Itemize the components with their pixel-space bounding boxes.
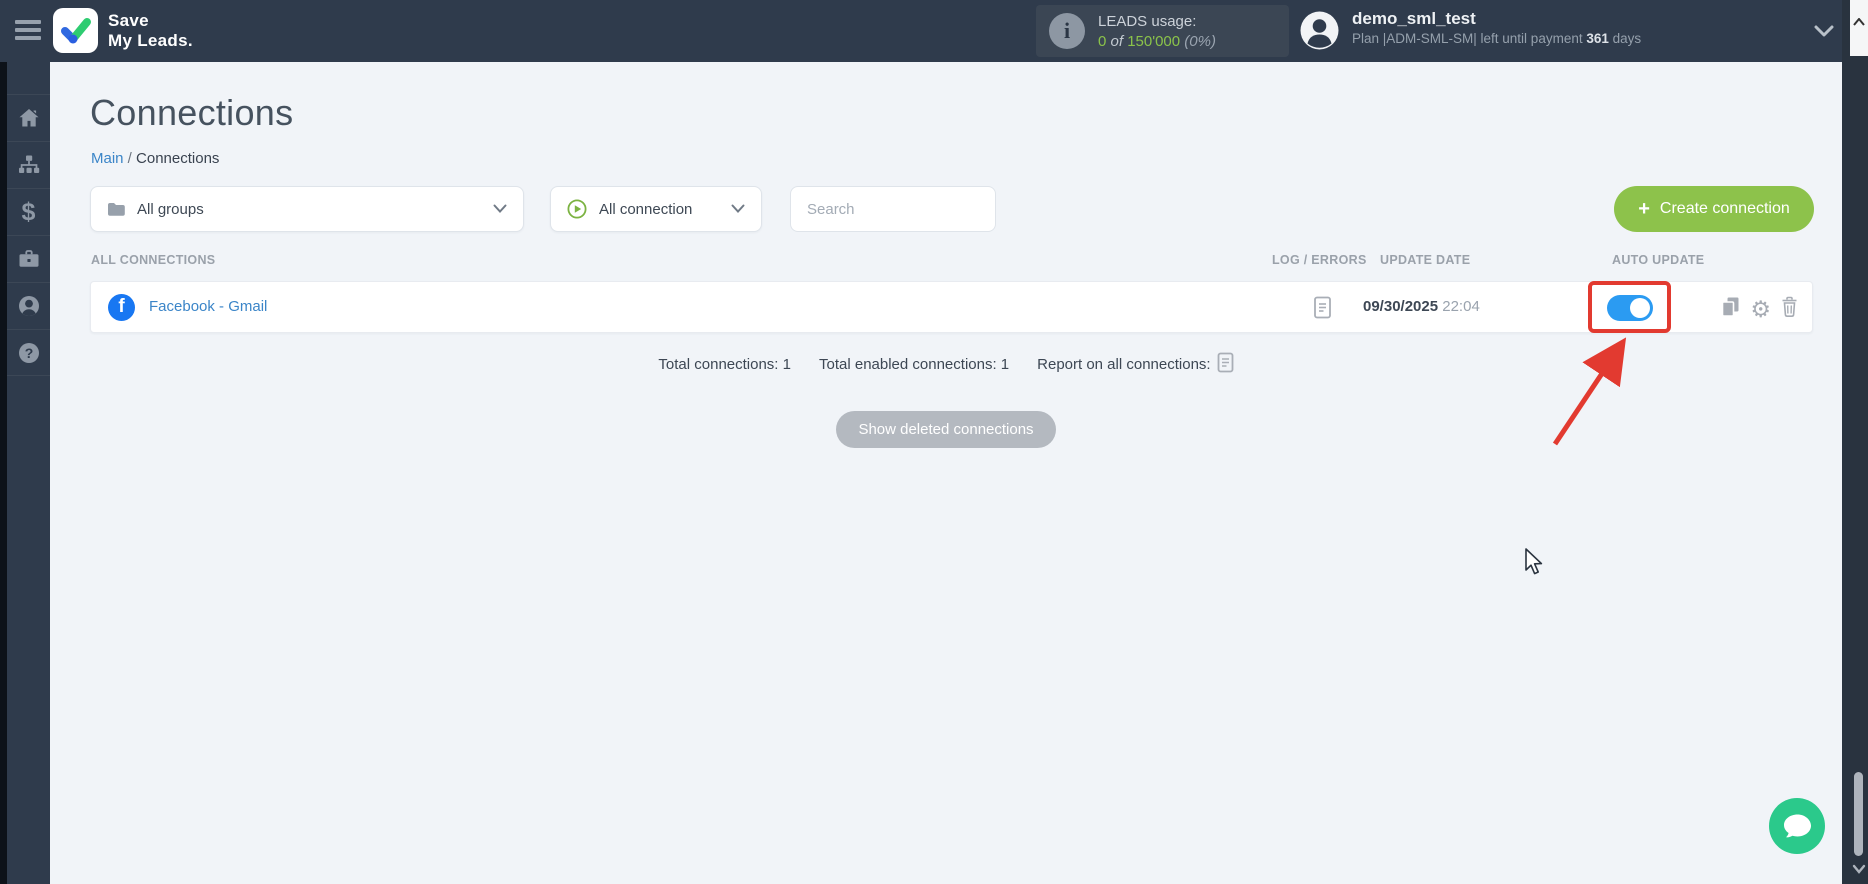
savemyleads-logo-icon[interactable] xyxy=(53,8,98,53)
connections-summary: Total connections: 1 Total enabled conne… xyxy=(50,352,1842,377)
copy-connection-icon[interactable] xyxy=(1720,296,1741,323)
chevron-down-icon xyxy=(731,200,745,218)
column-header-log-errors: LOG / ERRORS xyxy=(1272,253,1367,267)
folder-icon xyxy=(108,203,125,216)
chevron-down-icon xyxy=(493,200,507,218)
column-header-auto-update: AUTO UPDATE xyxy=(1612,253,1705,267)
play-circle-icon xyxy=(567,199,587,219)
plus-icon: + xyxy=(1638,198,1650,220)
user-plan-info: Plan |ADM-SML-SM| left until payment 361… xyxy=(1352,31,1642,46)
sidebar-item-help[interactable]: ? xyxy=(7,329,50,376)
column-header-update-date: UPDATE DATE xyxy=(1380,253,1471,267)
auto-update-toggle[interactable] xyxy=(1607,295,1653,321)
breadcrumb: Main / Connections xyxy=(91,150,220,167)
svg-text:?: ? xyxy=(24,345,33,361)
groups-filter-dropdown[interactable]: All groups xyxy=(90,186,524,232)
sidebar-item-account[interactable] xyxy=(7,282,50,329)
facebook-icon: f xyxy=(108,294,135,321)
window-edge xyxy=(0,62,7,884)
user-avatar[interactable] xyxy=(1299,10,1340,51)
sidebar-item-services[interactable] xyxy=(7,235,50,282)
sidebar-item-billing[interactable]: $ xyxy=(7,188,50,235)
report-all-text: Report on all connections: xyxy=(1037,356,1211,373)
settings-gear-icon[interactable]: ⚙ xyxy=(1750,298,1771,321)
report-document-icon[interactable] xyxy=(1217,352,1234,377)
billing-icon: $ xyxy=(21,197,36,226)
home-icon xyxy=(19,109,38,127)
total-connections-text: Total connections: 1 xyxy=(658,356,791,373)
log-errors-icon[interactable] xyxy=(1313,296,1332,324)
help-icon: ? xyxy=(18,342,39,363)
search-input[interactable] xyxy=(790,186,996,232)
sidebar-item-home[interactable] xyxy=(7,94,50,141)
show-deleted-connections-button[interactable]: Show deleted connections xyxy=(836,411,1056,448)
chevron-down-icon[interactable] xyxy=(1814,24,1834,42)
connections-page: Save My Leads. i LEADS usage: 0 of 150'0… xyxy=(0,0,1868,884)
services-icon xyxy=(19,250,38,267)
user-name[interactable]: demo_sml_test xyxy=(1352,9,1476,29)
connection-title-link[interactable]: Facebook - Gmail xyxy=(149,298,267,315)
sidebar: $ ? xyxy=(0,62,50,884)
leads-usage-value: 0 of 150'000 (0%) xyxy=(1098,33,1216,50)
show-deleted-wrap: Show deleted connections xyxy=(50,411,1842,448)
breadcrumb-main-link[interactable]: Main xyxy=(91,150,124,167)
chat-widget-button[interactable] xyxy=(1769,798,1825,854)
scrollbar-up-arrow-icon[interactable] xyxy=(1850,0,1868,56)
page-scrollbar[interactable] xyxy=(1842,0,1868,884)
scrollbar-down-arrow-icon[interactable] xyxy=(1851,862,1867,880)
leads-usage-widget: i LEADS usage: 0 of 150'000 (0%) xyxy=(1036,5,1289,57)
leads-usage-label: LEADS usage: xyxy=(1098,13,1197,30)
create-connection-button[interactable]: + Create connection xyxy=(1614,186,1814,232)
logo-text: Save My Leads. xyxy=(108,11,193,50)
total-enabled-text: Total enabled connections: 1 xyxy=(819,356,1010,373)
account-icon xyxy=(18,296,39,316)
connection-type-dropdown[interactable]: All connection xyxy=(550,186,762,232)
column-header-all-connections: ALL CONNECTIONS xyxy=(91,253,216,267)
breadcrumb-current: Connections xyxy=(136,150,220,167)
connections-icon xyxy=(18,155,39,173)
info-icon: i xyxy=(1049,13,1085,49)
update-date-value: 09/30/2025 22:04 xyxy=(1363,298,1480,315)
groups-filter-value: All groups xyxy=(137,200,204,218)
sidebar-item-connections[interactable] xyxy=(7,141,50,188)
hamburger-menu-icon[interactable] xyxy=(15,20,41,42)
top-bar: Save My Leads. i LEADS usage: 0 of 150'0… xyxy=(0,0,1842,62)
delete-trash-icon[interactable] xyxy=(1780,296,1799,323)
connection-row: f Facebook - Gmail 09/30/2025 22:04 ⚙ xyxy=(90,281,1813,333)
scrollbar-thumb[interactable] xyxy=(1854,772,1863,856)
connection-type-value: All connection xyxy=(599,200,693,218)
page-title: Connections xyxy=(90,92,294,133)
